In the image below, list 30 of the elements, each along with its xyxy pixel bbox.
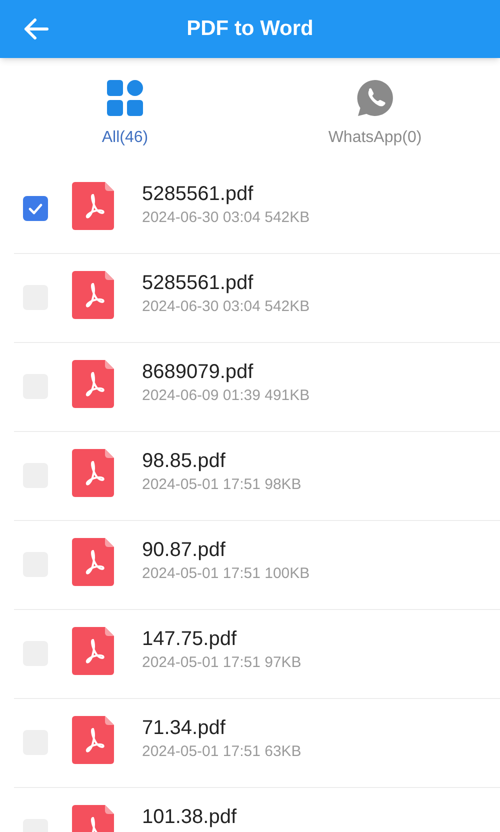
checkbox[interactable] [23,196,48,221]
file-name: 101.38.pdf [142,805,237,829]
grid-icon [107,80,143,116]
tab[interactable]: WhatsApp(0) [250,58,500,165]
screen-title: PDF to Word [186,16,314,42]
pdf-file-icon [72,360,114,408]
file-details: 2024-06-09 01:39 491KB [142,386,310,406]
file-name: 5285561.pdf [142,182,254,206]
file-details: 2024-05-01 17:51 97KB [142,653,302,673]
tab[interactable]: All(46) [0,58,250,165]
file-name: 98.85.pdf [142,449,226,473]
file-name: 71.34.pdf [142,716,226,740]
check-icon [28,202,43,214]
pdf-file-icon [72,538,114,586]
file-details: 2024-05-01 17:51 98KB [142,475,302,495]
file-name: 8689079.pdf [142,360,254,384]
file-name: 90.87.pdf [142,538,226,562]
pdf-file-icon [72,627,114,675]
pdf-file-icon [72,182,114,230]
file-name: 147.75.pdf [142,627,238,651]
pdf-file-icon [72,716,114,764]
file-details: 2024-06-30 03:04 542KB [142,208,310,228]
back-arrow-icon [23,18,49,40]
file-name: 5285561.pdf [142,271,254,295]
pdf-file-icon [72,449,114,497]
file-details: 2024-06-30 03:04 542KB [142,297,310,317]
file-details: 2024-05-01 17:51 63KB [142,742,302,762]
pdf-file-icon [72,271,114,319]
phone-bubble-icon [356,79,394,117]
file-details: 2024-05-01 17:51 100KB [142,564,310,584]
